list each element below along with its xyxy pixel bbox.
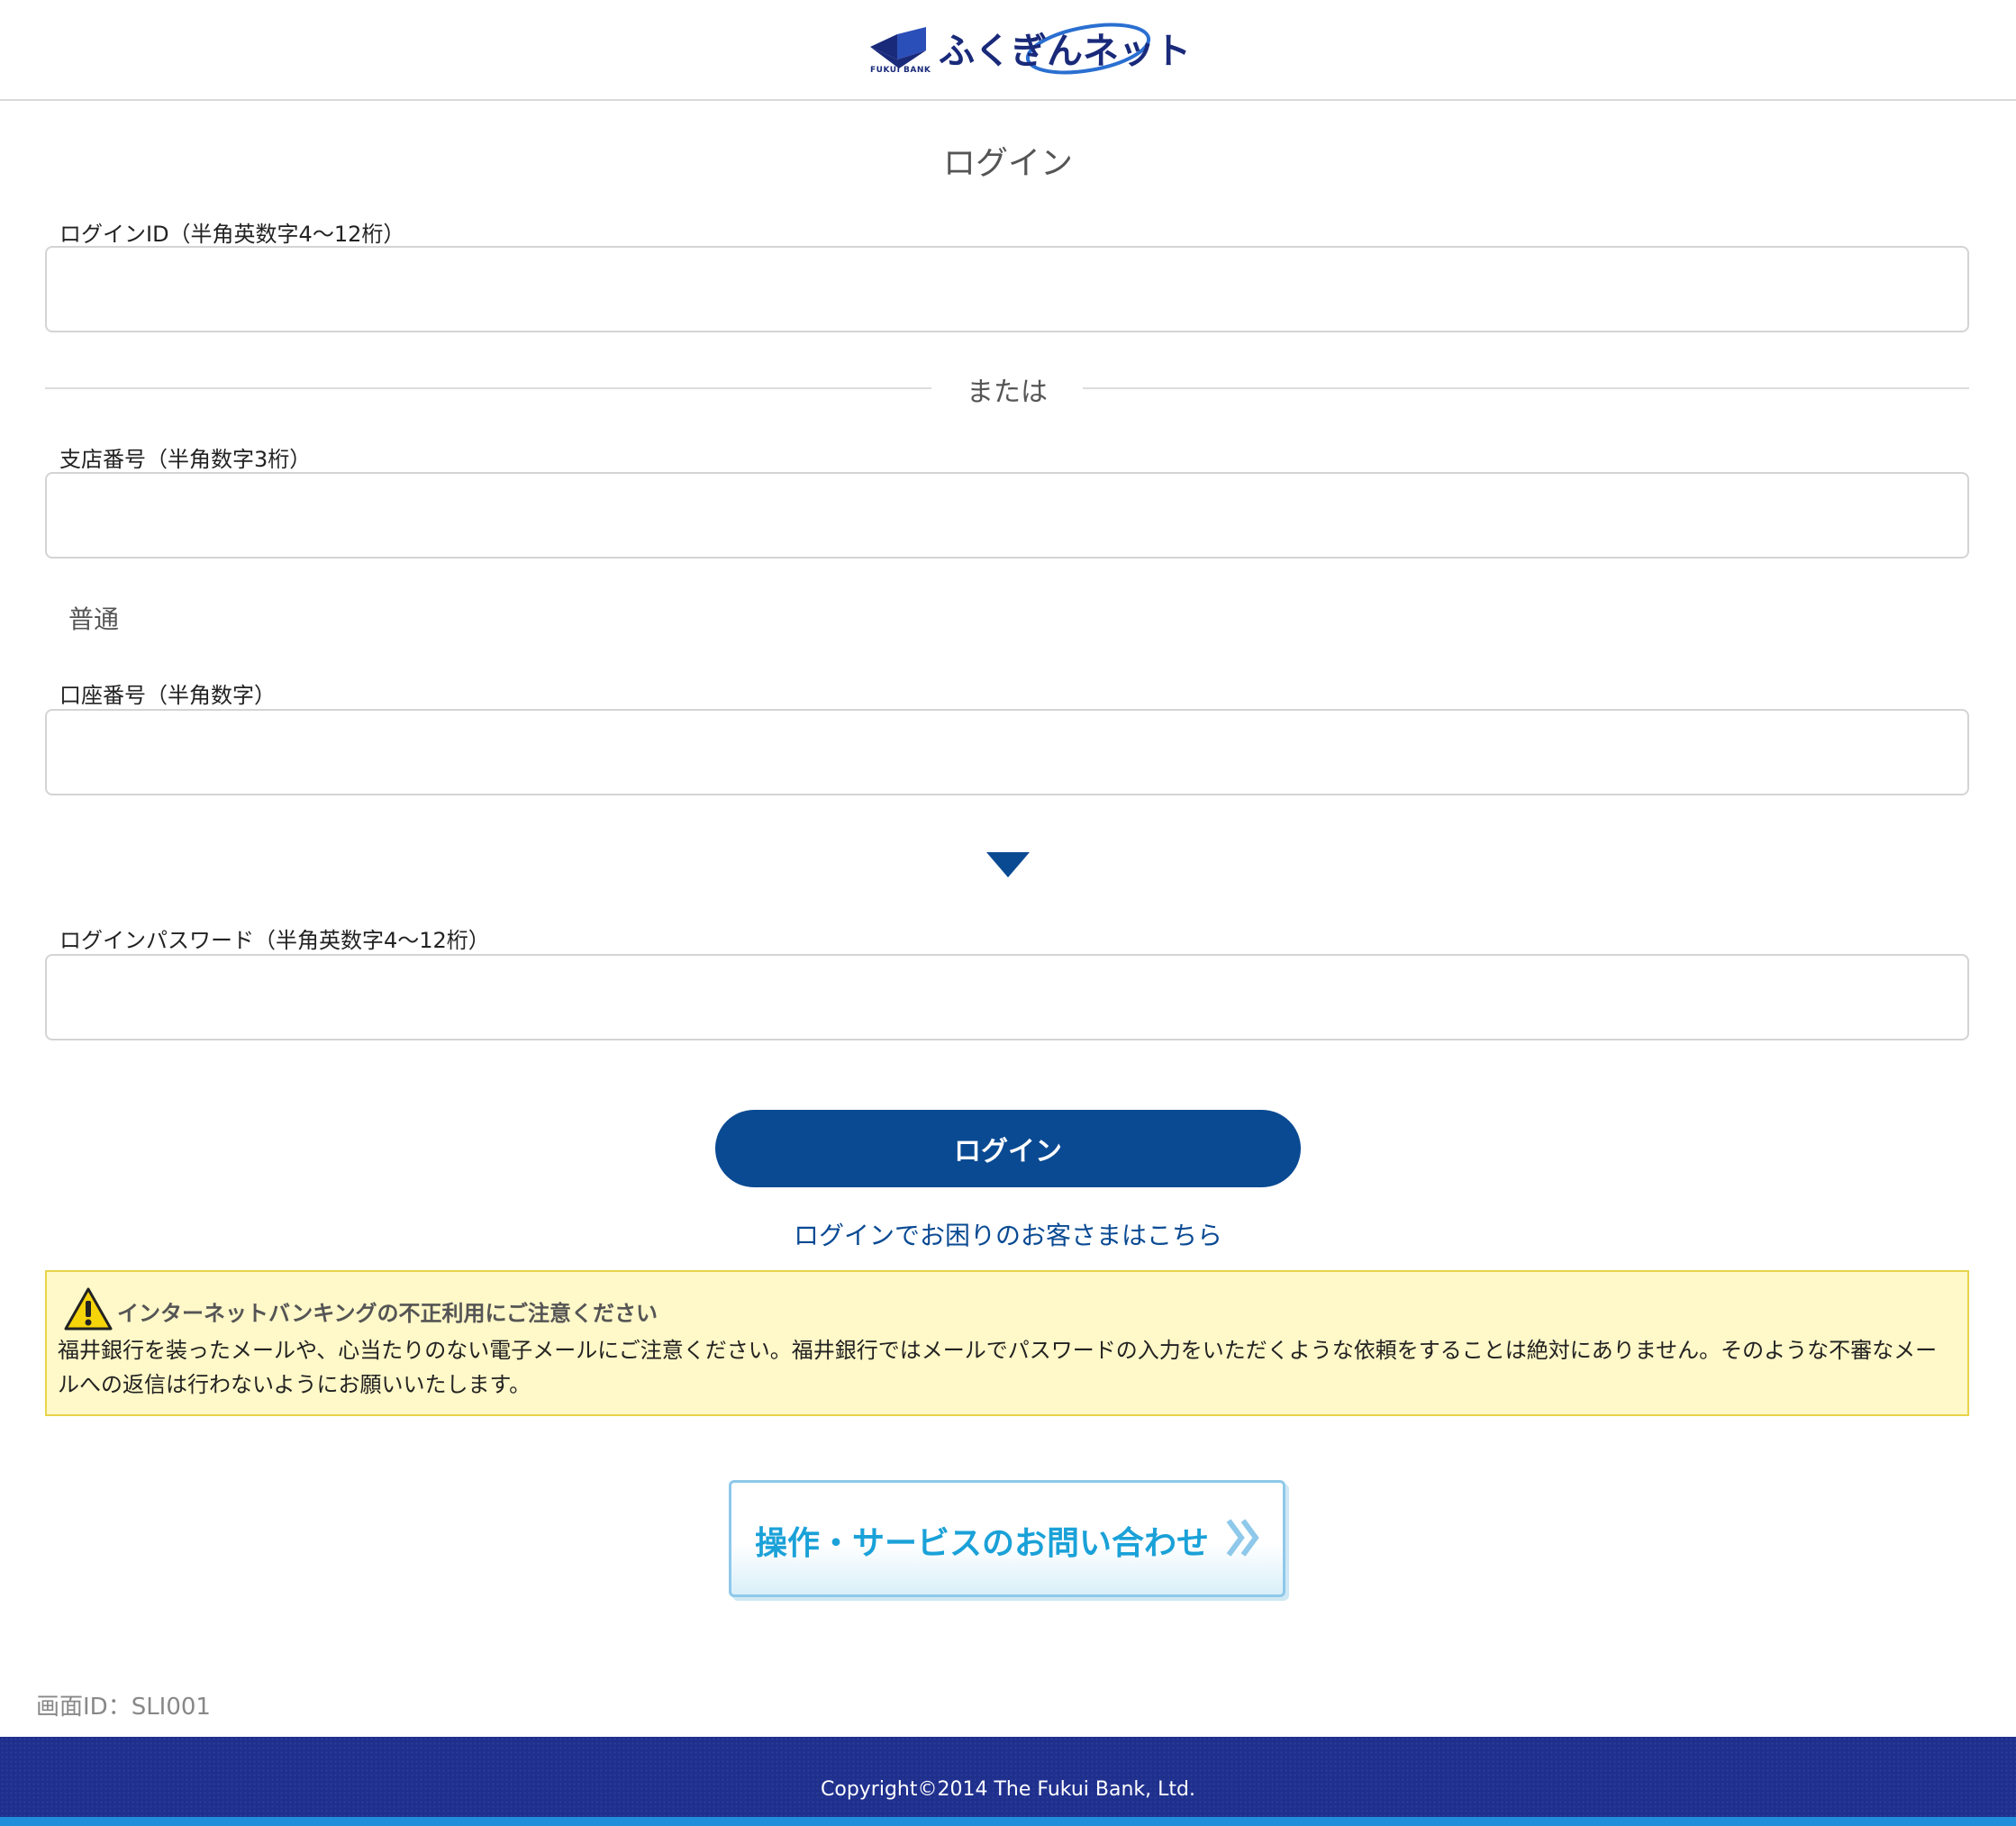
logo-bank-caption: FUKUI BANK [870, 66, 931, 75]
divider-line-right [1083, 387, 1969, 389]
logo-text-net: ネット [1083, 31, 1191, 72]
down-arrow-icon [986, 852, 1030, 877]
branch-number-input[interactable] [45, 472, 1969, 559]
warning-body: 福井銀行を装ったメールや、心当たりのない電子メールにご注意ください。福井銀行では… [58, 1338, 1938, 1397]
account-number-label: 口座番号（半角数字） [59, 683, 276, 708]
password-input[interactable] [45, 954, 1969, 1040]
double-chevron-right-icon [1226, 1519, 1259, 1557]
login-button[interactable]: ログイン [715, 1110, 1301, 1187]
login-id-label: ログインID（半角英数字4〜12桁） [59, 222, 405, 247]
password-label: ログインパスワード（半角英数字4〜12桁） [59, 928, 490, 953]
warning-icon [64, 1287, 113, 1331]
or-divider: または [45, 377, 1969, 423]
account-type-text: 普通 [68, 604, 120, 634]
or-label: または [967, 377, 1048, 408]
login-id-input[interactable] [45, 246, 1969, 332]
page-title: ログイン [942, 145, 1073, 182]
screen-id: 画面ID：SLI001 [36, 1694, 211, 1721]
branch-number-label: 支店番号（半角数字3桁） [59, 447, 312, 472]
footer: Copyright©2014 The Fukui Bank, Ltd. [0, 1737, 2016, 1826]
contact-button[interactable]: 操作・サービスのお問い合わせ [729, 1480, 1285, 1597]
header: FUKUI BANK ふくぎんネット [0, 0, 2016, 101]
logo-text-fukugin: ふくぎん [939, 31, 1083, 72]
footer-stripe [0, 1817, 2016, 1826]
logo-wordmark: ふくぎんネット [939, 22, 1191, 74]
fraud-warning-box: インターネットバンキングの不正利用にご注意ください 福井銀行を装ったメールや、心… [45, 1270, 1969, 1416]
contact-button-label: 操作・サービスのお問い合わせ [755, 1525, 1210, 1562]
login-help-link[interactable]: ログインでお困りのお客さまはこちら [0, 1216, 2016, 1252]
footer-copyright: Copyright©2014 The Fukui Bank, Ltd. [821, 1778, 1195, 1801]
warning-title: インターネットバンキングの不正利用にご注意ください [117, 1301, 658, 1326]
fukugin-net-logo[interactable]: FUKUI BANK ふくぎんネット [867, 16, 1191, 81]
account-number-input[interactable] [45, 709, 1969, 795]
